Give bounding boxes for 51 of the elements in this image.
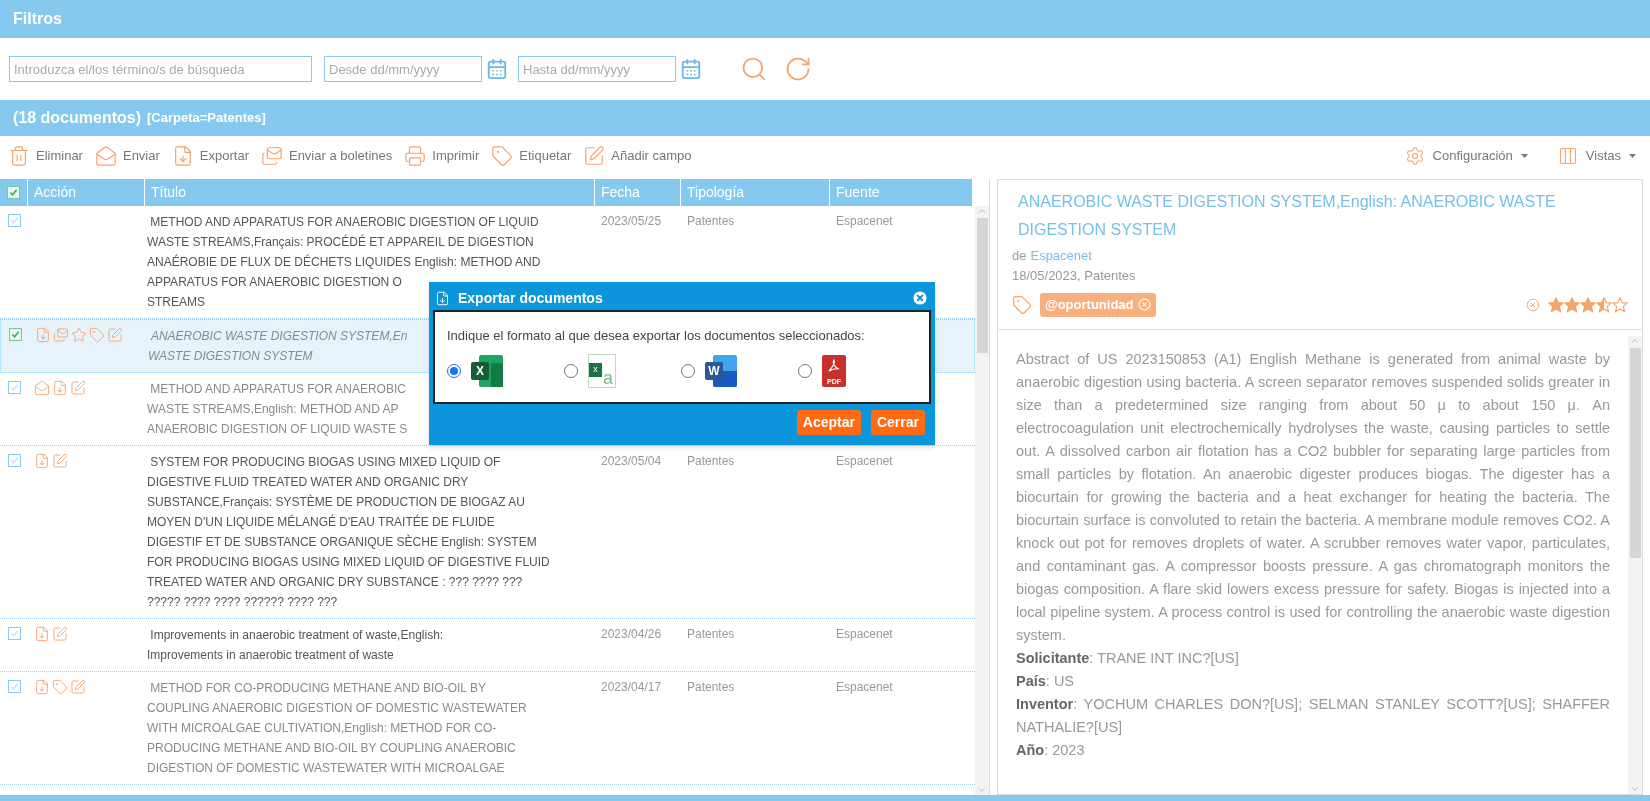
title-line: STREAMS	[147, 294, 205, 311]
title-line: METHOD AND APPARATUS FOR ANAEROBIC	[149, 381, 406, 398]
title-line: WITH MICROALGAE CULTIVATION,English: METHOD FOR CO-	[147, 720, 497, 737]
dialog-title: Exportar documentos	[458, 288, 604, 308]
date-cell: 2023/05/25	[601, 214, 662, 228]
date-cell: 2023/04/17	[601, 680, 662, 694]
title-line: METHOD FOR CO-PRODUCING METHANE AND BIO-OIL BY	[149, 680, 486, 697]
folder-filter: [Carpeta=Patentes]	[147, 109, 266, 128]
title-line: PRODUCING METHANE AND BIO-OIL BY COUPLING ANAEROBIC	[147, 740, 516, 757]
document-title: ANAEROBIC WASTE DIGESTION SYSTEM,English: ANAEROBIC WASTE DIGESTION SYSTEM	[1017, 192, 1557, 240]
title-line: WASTE DIGESTION SYSTEM	[148, 348, 313, 365]
title-line: FOR PRODUCING BIOGAS USING MIXED LIQUID OF DIGESTIVE FLUID	[147, 554, 550, 571]
type-cell: Patentes	[687, 627, 735, 641]
source-cell: Espacenet	[836, 214, 893, 228]
title-line: SYSTEM FOR PRODUCING BIOGAS USING MIXED LIQUID OF	[149, 454, 501, 471]
title-line: TREATED WATER AND ORGANIC DRY SUBSTANCE : ??? ???? ???	[147, 574, 523, 591]
spreadsheet-file-icon: x a	[588, 353, 616, 388]
source-cell: Espacenet	[836, 454, 893, 468]
source-prefix: de	[1012, 247, 1027, 265]
date-cell: 2023/04/26	[601, 627, 662, 641]
title-line: WASTE STREAMS,English: METHOD AND AP	[147, 401, 399, 418]
title-line: ANAEROBIC DIGESTION OF LIQUID WASTE S	[147, 421, 408, 438]
title-line: DIGESTIF ET DE SUBSTANCE ORGANIQUE SÈCHE English: SYSTEM	[147, 533, 537, 551]
title-line: WASTE STREAMS,Français: PROCÉDÉ ET APPAREIL DE DIGESTION	[147, 233, 534, 251]
title-line: DIGESTIVE FLUID TREATED WATER AND ORGANIC DRY	[147, 474, 469, 491]
title-line: METHOD AND APPARATUS FOR ANAEROBIC DIGESTION OF LIQUID	[149, 214, 539, 231]
filters-header: Filtros	[0, 0, 1650, 38]
field-line: Solicitante: TRANE INT INC?[US]	[1016, 648, 1240, 668]
title-line: DIGESTION OF DOMESTIC WASTEWATER WITH MICROALGAE	[147, 760, 505, 777]
type-cell: Patentes	[687, 454, 735, 468]
dialog-prompt: Indique el formato al que desea exportar los documentos seleccionados:	[447, 327, 866, 345]
source-cell: Espacenet	[836, 680, 893, 694]
field-line: Año: 2023	[1016, 740, 1086, 760]
document-count: (18 documentos)	[13, 108, 141, 128]
title-line: COUPLING ANAEROBIC DIGESTION OF DOMESTIC WASTEWATER	[147, 700, 527, 717]
field-line: Inventor: YOCHUM CHARLES DON?[US]; SELMAN STANLEY SCOTT?[US]; SHAFFER NATHALIE?[US]	[1016, 694, 1610, 737]
title-line: MOYEN D'UN LIQUIDE MÉLANGÉ D'EAU TRAITÉE DE FLUIDE	[147, 513, 495, 531]
title-line: APPARATUS FOR ANAEROBIC DIGESTION O	[147, 274, 402, 291]
title-line: ANAÉROBIE DE FLUX DE DÉCHETS LIQUIDES English: METHOD AND	[147, 253, 541, 271]
date-cell: 2023/05/04	[601, 454, 662, 468]
title-line: ????? ???? ???? ?????? ???? ???	[147, 594, 338, 611]
type-cell: Patentes	[687, 214, 735, 228]
type-cell: Patentes	[687, 680, 735, 694]
source-cell: Espacenet	[836, 627, 893, 641]
title-line: ANAEROBIC WASTE DIGESTION SYSTEM,En	[149, 328, 408, 345]
title-line: SUBSTANCE,Français: SYSTÈME DE PRODUCTION DE BIOGAZ AU	[147, 493, 525, 511]
abstract-text: Abstract of US 2023150853 (A1) English Methane is generated from animal waste by anaerobic digestion using bacteria. A screen separator removes suspended solids greater in size than a predetermined size ranging from about 50 μ to about 150 μ. An electrocoagulation unit electrochemically hydrolyses the waste, causing particles to settle out. A dissolved carbon air flotation has a CO2 bubbler for separating large particles from small particles by flotation. An anaerobic digester produces biogas. The digester has a biocurtain for growing the bacteria and a heat exchanger for heating the bacteria. The biocurtain surface is convoluted to retain the bacteria. A membrane module removes CO2. A knock out pot for removes droplets of water. A scrubber removes water vapor, particulates, and contaminant gas. A compressor boosts pressure. A gas chromatograph monitors the biogas composition. A flare skid lowers excess pressure for safety. Biogas is injected into a local pipeline system. A process control is used for controlling the anaerobic waste digestion system.	[1016, 349, 1610, 645]
title-line: Improvements in anaerobic treatment of waste	[147, 647, 394, 664]
document-meta: 18/05/2023, Patentes	[1012, 266, 1137, 285]
field-line: País: US	[1016, 671, 1076, 691]
title-line: Improvements in anaerobic treatment of waste,English:	[149, 627, 444, 644]
